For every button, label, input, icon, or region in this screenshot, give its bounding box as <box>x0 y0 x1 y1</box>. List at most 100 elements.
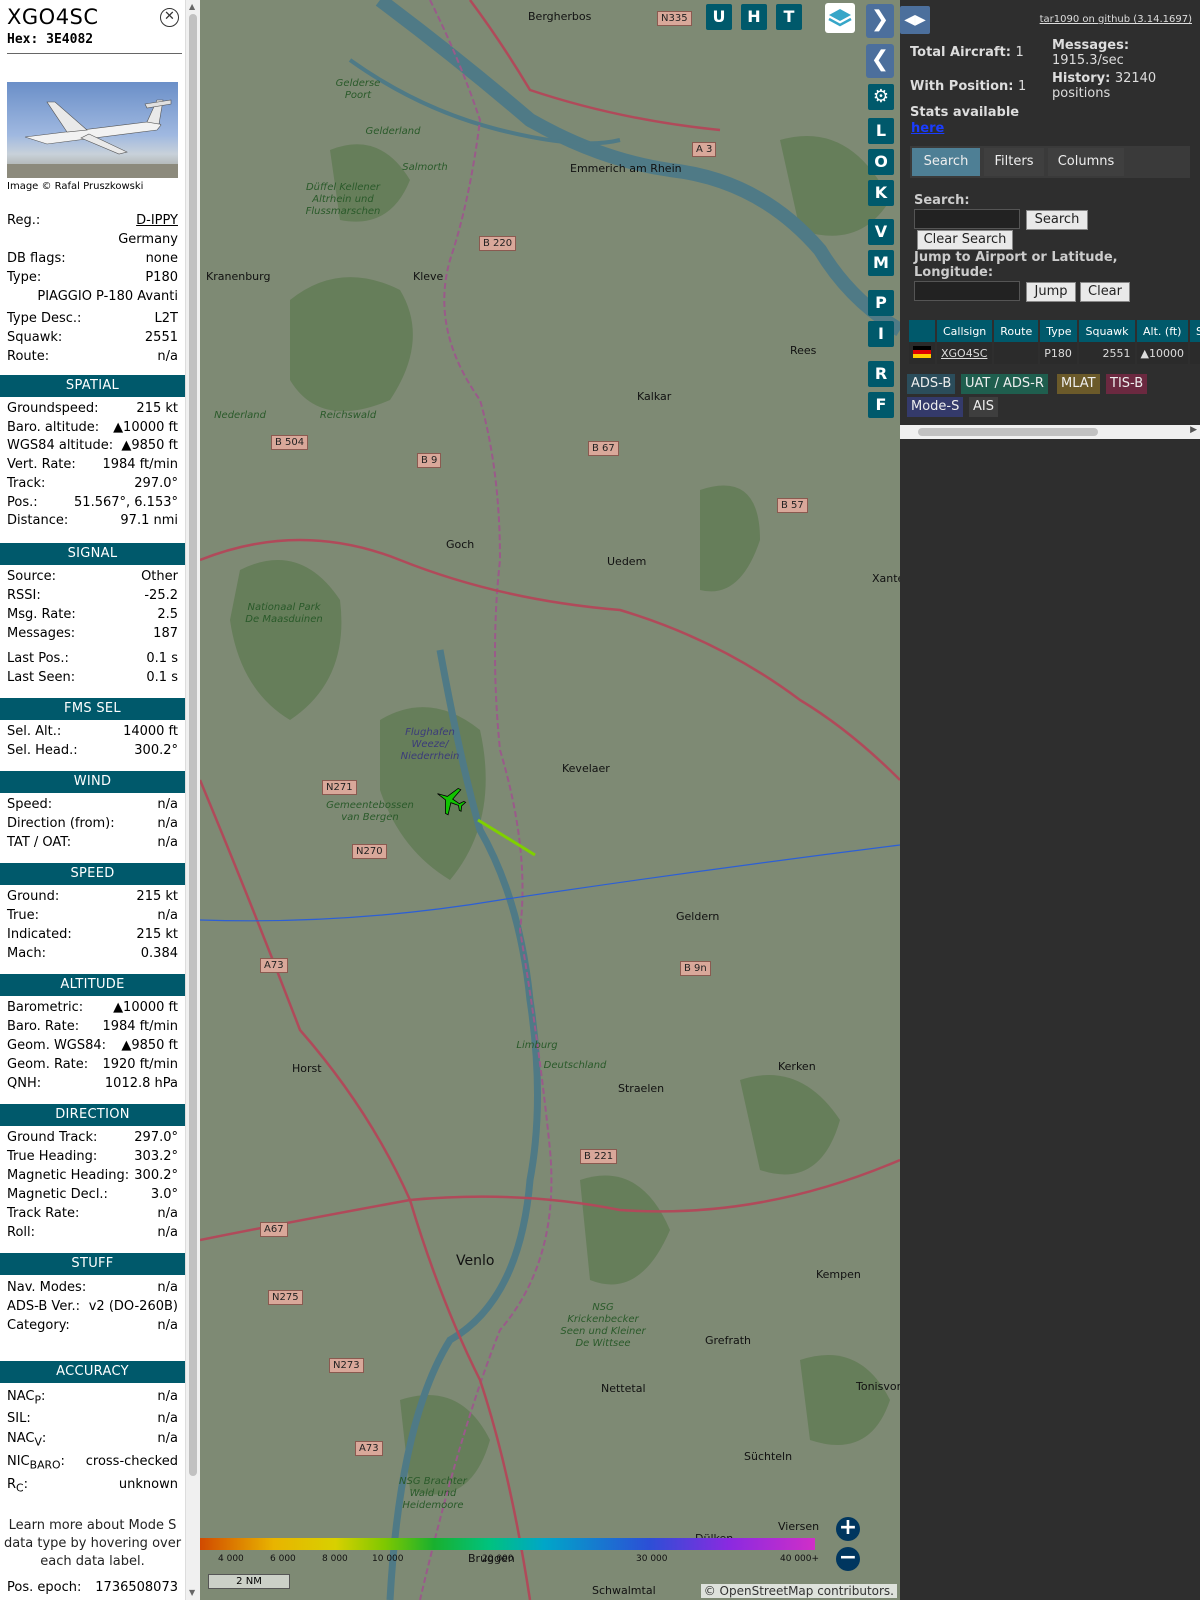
stats-link[interactable]: here <box>911 121 944 136</box>
stuff-value: n/a <box>157 1317 178 1333</box>
tab-filters[interactable]: Filters <box>984 148 1044 176</box>
reg-link[interactable]: D-IPPY <box>136 213 178 228</box>
road-badge: B 9 <box>417 453 442 468</box>
reg-row: Reg.: D-IPPY <box>7 213 178 232</box>
source-badge-mlat[interactable]: MLAT <box>1057 374 1100 394</box>
toggle-i-button[interactable]: I <box>868 321 894 347</box>
search-label: Search: <box>914 193 970 208</box>
source-badge-modes[interactable]: Mode-S <box>907 397 964 417</box>
direction-label: Track Rate: <box>7 1205 80 1221</box>
column-header[interactable]: Type <box>1040 320 1078 342</box>
next-arrow-button[interactable]: ❯ <box>866 4 894 38</box>
messages-stat: Messages: 1915.3/sec <box>1052 38 1130 68</box>
aircraft-photo[interactable] <box>7 82 178 178</box>
toggle-h-button[interactable]: H <box>741 4 767 30</box>
altitude-value: 1012.8 hPa <box>104 1075 178 1091</box>
toggle-f-button[interactable]: F <box>868 392 894 418</box>
clear-button[interactable]: Clear <box>1080 282 1130 302</box>
tab-columns[interactable]: Columns <box>1048 148 1124 176</box>
close-icon[interactable]: ✕ <box>160 8 179 27</box>
expand-panel-button[interactable]: ◀▶ <box>900 6 930 34</box>
column-header[interactable]: Alt. (ft) <box>1136 320 1188 342</box>
route-label: Route: <box>7 349 50 364</box>
type-row: Type: P180 <box>7 270 178 289</box>
scroll-right-icon[interactable]: ▶ <box>1190 425 1197 435</box>
map-nature-label: Nationaal Park De Maasduinen <box>245 602 323 625</box>
squawk-cell: 2551 <box>1079 342 1135 364</box>
distance-scale: 2 NM <box>208 1574 290 1589</box>
spatial-label: Baro. altitude: <box>7 419 100 435</box>
toggle-o-button[interactable]: O <box>868 149 894 175</box>
learn-more-note: Learn more about Mode S data type by hov… <box>3 1518 182 1569</box>
speed-label: True: <box>7 907 39 923</box>
signal-row: RSSI: -25.2 <box>7 588 178 607</box>
search-button[interactable]: Search <box>1026 210 1088 230</box>
zoom-out-button[interactable]: − <box>836 1547 860 1571</box>
toggle-r-button[interactable]: R <box>868 361 894 387</box>
column-header[interactable]: Squawk <box>1079 320 1135 342</box>
layers-button[interactable] <box>825 3 855 33</box>
map-nature-label: Düffel Kellener Altrhein und Flussmarsch… <box>305 182 381 217</box>
source-badge-uat[interactable]: UAT / ADS-R <box>961 374 1048 394</box>
section-wind: WIND <box>0 771 185 793</box>
map-place-label: Kevelaer <box>562 762 610 775</box>
sidebar-scrollbar[interactable]: ▲ ▼ <box>185 0 201 1600</box>
github-link[interactable]: tar1090 on github (3.14.1697) <box>1040 14 1192 25</box>
toggle-t-button[interactable]: T <box>776 4 802 30</box>
clear-search-button[interactable]: Clear Search <box>917 230 1013 250</box>
prev-arrow-button[interactable]: ❮ <box>866 44 894 78</box>
signal-row: Last Seen: 0.1 s <box>7 670 178 689</box>
callsign-cell[interactable]: XGO4SC <box>937 342 993 364</box>
section-signal: SIGNAL <box>0 543 185 565</box>
toggle-u-button[interactable]: U <box>706 4 732 30</box>
scroll-up-icon[interactable]: ▲ <box>189 2 195 11</box>
altitude-value: 1984 ft/min <box>102 1018 178 1034</box>
jump-input[interactable] <box>914 281 1020 301</box>
epoch-label: Pos. epoch: <box>7 1580 82 1595</box>
toggle-k-button[interactable]: K <box>868 180 894 206</box>
map-place-label: Schwalmtal <box>592 1584 656 1597</box>
epoch-row: Pos. epoch: 1736508073 <box>7 1580 178 1599</box>
map-nature-label: Salmorth <box>402 162 448 173</box>
flag-column-header <box>909 320 935 342</box>
map-attribution[interactable]: © OpenStreetMap contributors. <box>700 1584 897 1598</box>
direction-row: True Heading: 303.2° <box>7 1149 178 1168</box>
altitude-value: ▲9850 ft <box>121 1037 178 1053</box>
reg-value[interactable]: D-IPPY <box>136 213 178 228</box>
source-badge-adsb[interactable]: ADS-B <box>907 374 956 394</box>
jump-button[interactable]: Jump <box>1026 282 1076 302</box>
scale-label: 20 000 <box>482 1554 514 1564</box>
column-header[interactable]: Spd <box>1189 320 1200 342</box>
altitude-row: Baro. Rate: 1984 ft/min <box>7 1019 178 1038</box>
map-place-label: Goch <box>446 538 475 551</box>
scroll-down-icon[interactable]: ▼ <box>189 1588 195 1597</box>
fms-sel-label: Sel. Alt.: <box>7 724 62 739</box>
tab-search[interactable]: Search <box>912 148 980 176</box>
map-place-label: Bergherbos <box>528 10 592 23</box>
stuff-value: n/a <box>157 1280 178 1295</box>
table-scroll-thumb[interactable] <box>918 428 1098 436</box>
minus-icon: − <box>838 1545 858 1570</box>
zoom-in-button[interactable]: + <box>836 1517 860 1541</box>
settings-button[interactable]: ⚙ <box>868 84 894 110</box>
map-view[interactable]: Bergherbos Emmerich am Rhein Kranenburg … <box>200 0 900 1600</box>
table-horizontal-scrollbar[interactable]: ▶ <box>900 425 1200 439</box>
column-header[interactable]: Route <box>994 320 1039 342</box>
toggle-v-button[interactable]: V <box>868 219 894 245</box>
fms-sel-label: Sel. Head.: <box>7 742 78 758</box>
sidebar-scroll-thumb[interactable] <box>189 14 197 1476</box>
table-row[interactable]: XGO4SC P180 2551 ▲10000 <box>909 342 1200 364</box>
toggle-l-button[interactable]: L <box>868 118 894 144</box>
nacv-row: NACV: n/a <box>7 1431 178 1450</box>
map-nature-label: Gemeentebossen van Bergen <box>326 800 414 823</box>
search-input[interactable] <box>914 209 1020 229</box>
type-label: Type: <box>7 270 42 285</box>
map-place-label: Xante <box>872 572 900 585</box>
toggle-m-button[interactable]: M <box>868 250 894 276</box>
column-header[interactable]: Callsign <box>937 320 993 342</box>
source-badge-tisb[interactable]: TIS-B <box>1106 374 1148 394</box>
source-badge-ais[interactable]: AIS <box>969 397 998 417</box>
map-place-label: Emmerich am Rhein <box>570 162 682 175</box>
germany-flag-icon <box>913 345 931 358</box>
toggle-p-button[interactable]: P <box>868 290 894 316</box>
